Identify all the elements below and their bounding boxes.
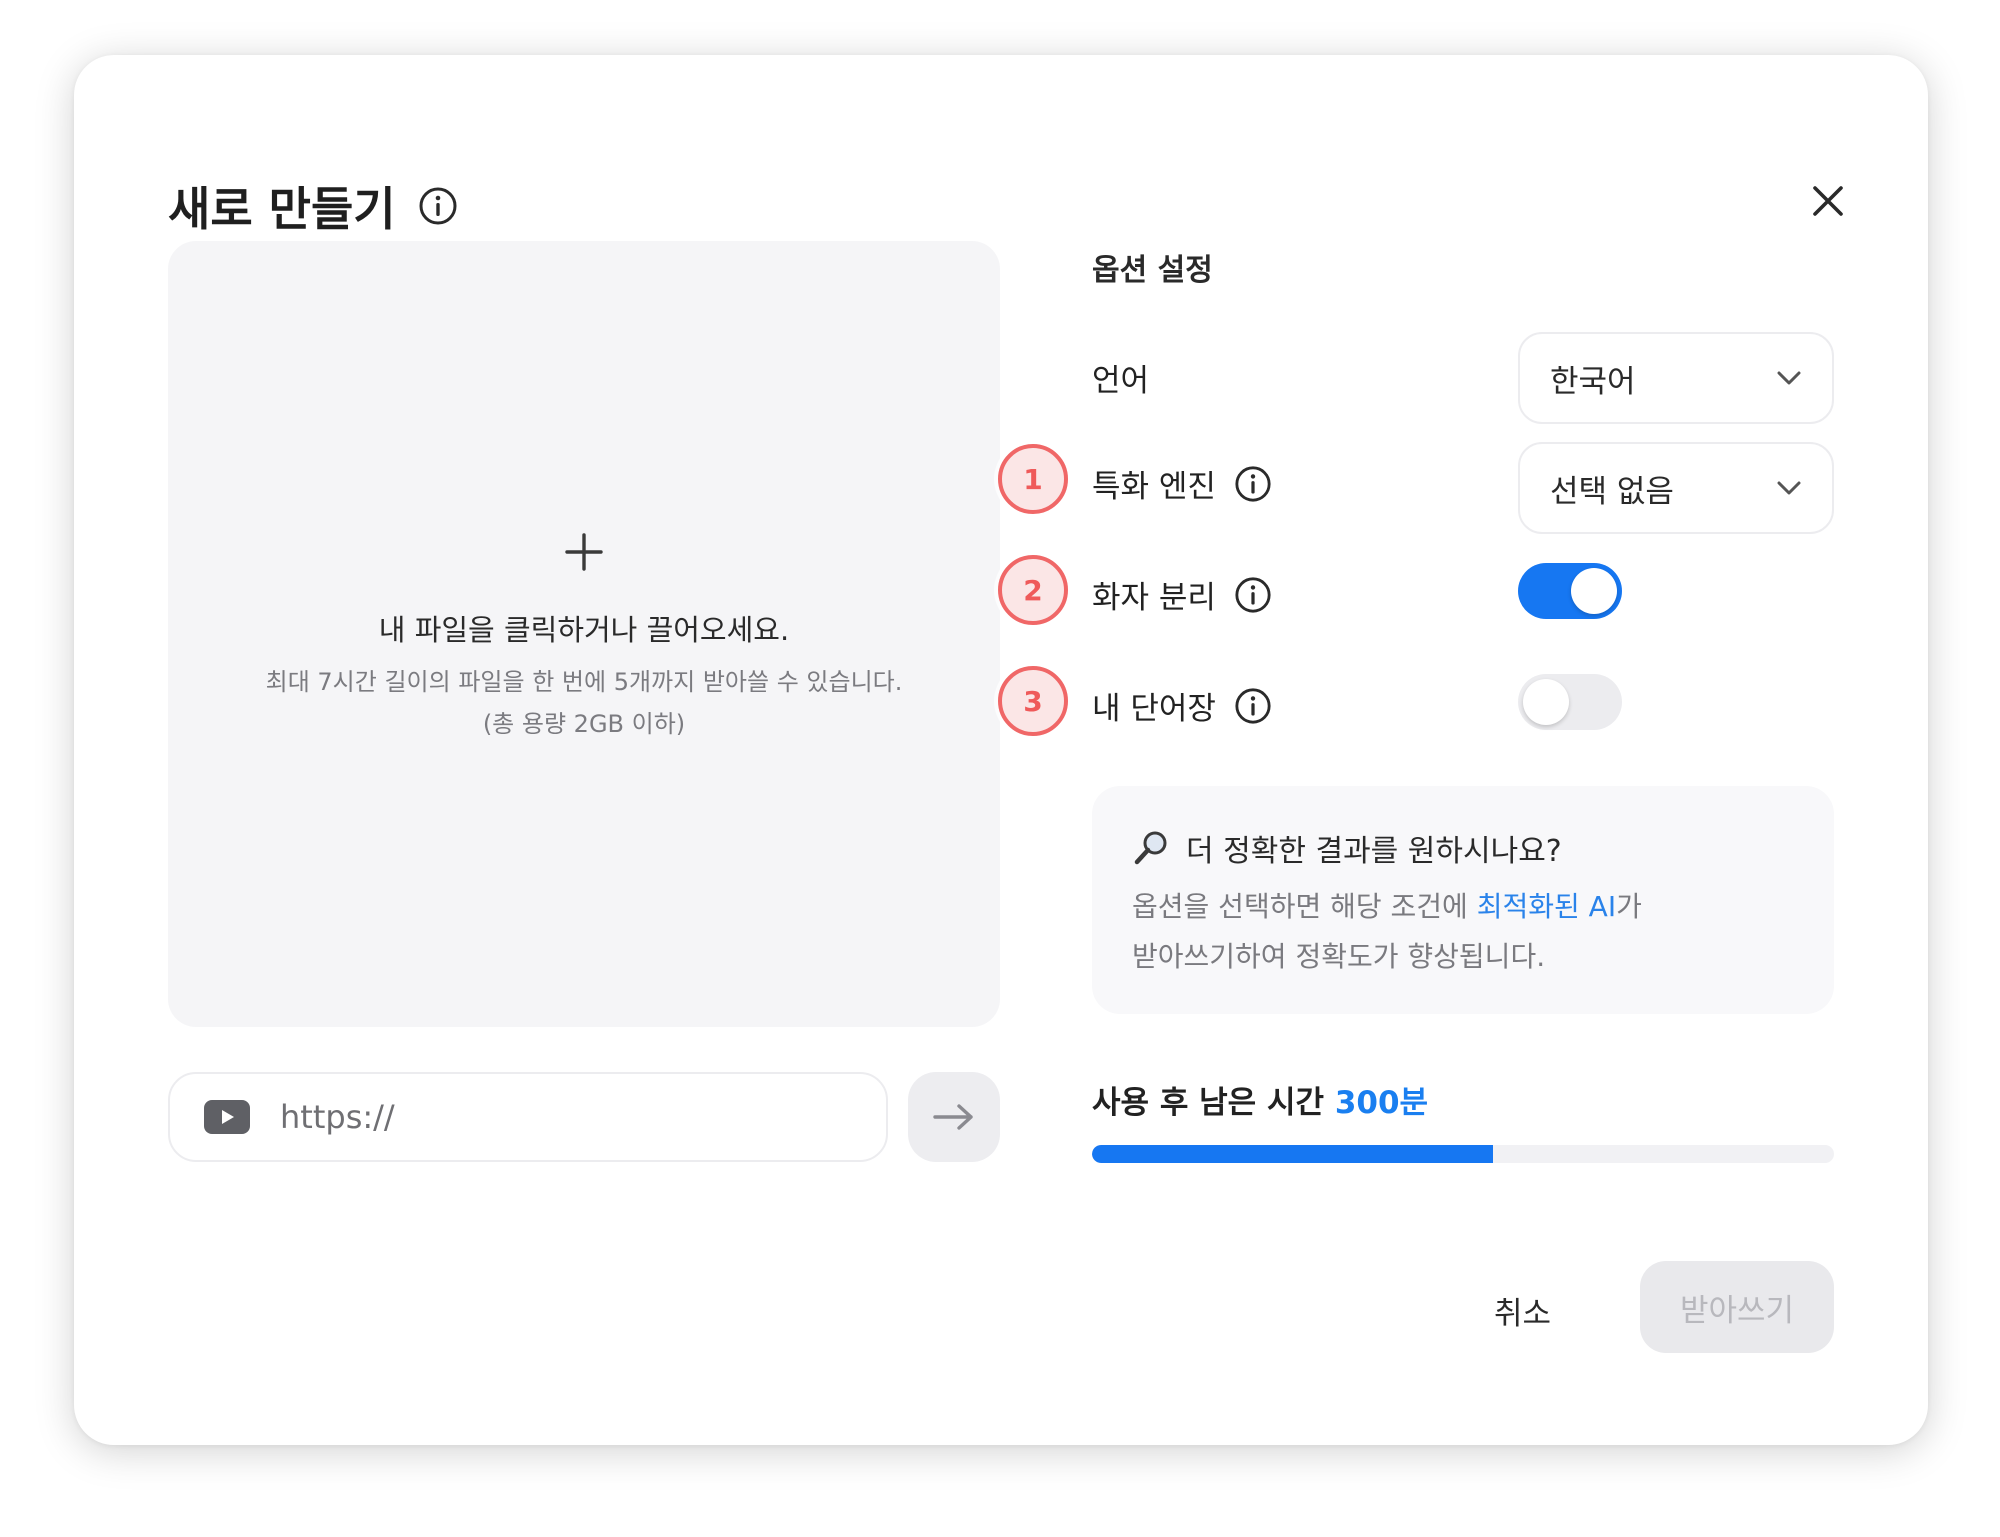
engine-row: 특화 엔진: [1092, 461, 1272, 506]
dropzone-limits: 최대 7시간 길이의 파일을 한 번에 5개까지 받아쓸 수 있습니다. (총 …: [168, 661, 1000, 745]
url-input[interactable]: [278, 1097, 842, 1137]
info-icon[interactable]: [1234, 465, 1272, 503]
hint-accent-text: 최적화된 AI: [1476, 890, 1617, 923]
dropzone-instruction: 내 파일을 클릭하거나 끌어오세요.: [378, 613, 790, 647]
info-icon[interactable]: [418, 186, 458, 226]
hint-body-text: 옵션을 선택하면 해당 조건에: [1132, 890, 1477, 923]
close-button[interactable]: [1804, 177, 1852, 225]
accuracy-hint-card: 더 정확한 결과를 원하시나요? 옵션을 선택하면 해당 조건에 최적화된 AI…: [1092, 786, 1834, 1014]
speaker-row: 화자 분리: [1092, 572, 1272, 617]
file-dropzone[interactable]: 내 파일을 클릭하거나 끌어오세요. 최대 7시간 길이의 파일을 한 번에 5…: [168, 241, 1000, 1027]
info-icon[interactable]: [1234, 576, 1272, 614]
hint-body: 옵션을 선택하면 해당 조건에 최적화된 AI가 받아쓰기하여 정확도가 향상됩…: [1132, 882, 1812, 982]
magnifier-icon: [1134, 831, 1167, 865]
remaining-time-label: 사용 후 남은 시간: [1092, 1085, 1335, 1121]
toggle-knob: [1523, 679, 1569, 725]
engine-select-value: 선택 없음: [1550, 473, 1674, 510]
close-icon: [1813, 186, 1843, 216]
new-transcription-dialog: 새로 만들기 내 파일을 클릭하거나 끌어오세요. 최대 7시간 길이의 파일을…: [74, 55, 1928, 1445]
youtube-icon: [204, 1100, 250, 1134]
hint-title-text: 더 정확한 결과를 원하시나요?: [1186, 834, 1562, 869]
dialog-header: 새로 만들기: [168, 173, 458, 239]
hint-title: 더 정확한 결과를 원하시나요?: [1132, 826, 1562, 870]
dropzone-limit-text: 최대 7시간 길이의 파일을 한 번에 5개까지 받아쓸 수 있습니다.: [265, 668, 903, 696]
remaining-time-progress: [1092, 1145, 1834, 1163]
language-label: 언어: [1092, 363, 1150, 399]
speaker-label: 화자 분리: [1092, 580, 1216, 616]
language-row: 언어: [1092, 355, 1149, 400]
step-badge-3: 3: [998, 666, 1068, 736]
plus-icon: [565, 533, 603, 571]
vocabulary-row: 내 단어장: [1092, 683, 1272, 728]
vocabulary-toggle[interactable]: [1518, 674, 1622, 730]
step-badge-2: 2: [998, 555, 1068, 625]
dialog-title: 새로 만들기: [168, 182, 396, 236]
language-select-value: 한국어: [1550, 363, 1636, 400]
speaker-toggle[interactable]: [1518, 563, 1622, 619]
remaining-time-value: 300분: [1334, 1085, 1429, 1121]
hint-body-suffix: 가: [1616, 890, 1642, 923]
info-icon[interactable]: [1234, 687, 1272, 725]
transcribe-button[interactable]: 받아쓰기: [1640, 1261, 1834, 1353]
engine-label: 특화 엔진: [1092, 469, 1216, 505]
url-submit-button[interactable]: [908, 1072, 1000, 1162]
hint-body-line2: 받아쓰기하여 정확도가 향상됩니다.: [1132, 940, 1546, 973]
dropzone-size-text: (총 용량 2GB 이하): [482, 710, 686, 738]
engine-select[interactable]: 선택 없음: [1518, 442, 1834, 534]
cancel-button[interactable]: 취소: [1494, 1288, 1551, 1333]
language-select[interactable]: 한국어: [1518, 332, 1834, 424]
url-field[interactable]: [168, 1072, 888, 1162]
chevron-down-icon: [1777, 371, 1801, 385]
step-badge-1: 1: [998, 444, 1068, 514]
chevron-down-icon: [1777, 481, 1801, 495]
toggle-knob: [1571, 568, 1617, 614]
arrow-right-icon: [933, 1104, 973, 1130]
remaining-time: 사용 후 남은 시간 300분: [1092, 1077, 1428, 1122]
progress-fill: [1092, 1145, 1493, 1163]
vocabulary-label: 내 단어장: [1092, 691, 1216, 727]
options-title: 옵션 설정: [1092, 253, 1213, 288]
